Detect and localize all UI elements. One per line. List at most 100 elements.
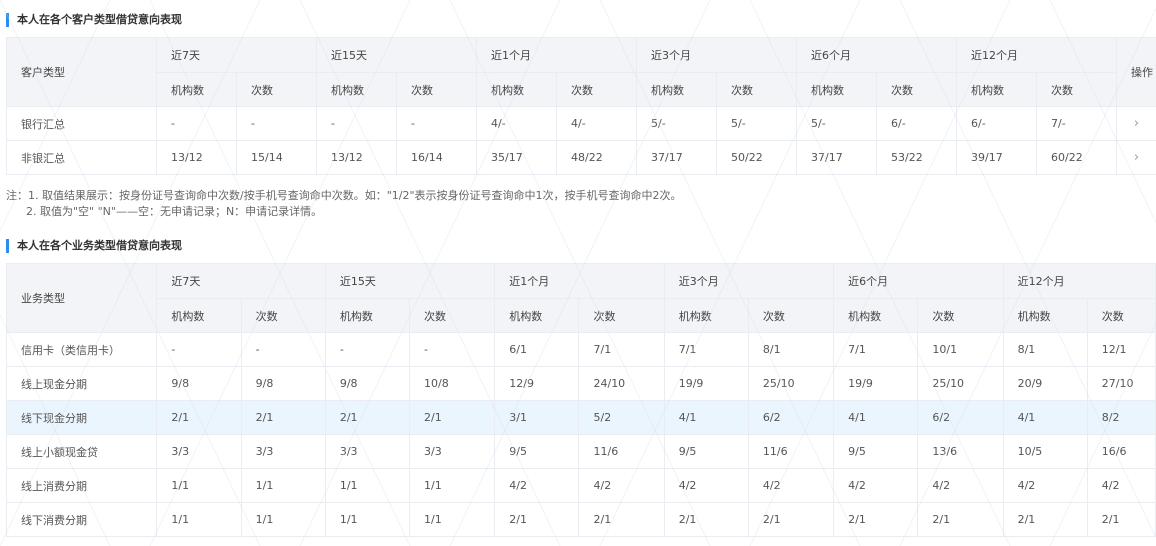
table-cell: 48/22 [556,140,637,175]
count-header: 次数 [578,298,665,333]
note-line-1: 注：1. 取值结果展示：按身份证号查询命中次数/按手机号查询命中次数。如："1/… [6,189,682,202]
table-cell: 10/1 [917,332,1004,367]
table-cell: 20/9 [1002,366,1088,401]
table-cell: 16/6 [1086,434,1156,469]
table-cell: 10/8 [409,366,496,401]
table-cell: 13/6 [917,434,1004,469]
table-cell: 13/12 [156,140,237,175]
period-header: 近12个月 [956,37,1117,73]
period-header: 近6个月 [796,37,957,73]
institution-count-header: 机构数 [494,298,580,333]
table-row[interactable]: 线上小额现金贷 3/3 3/3 3/3 3/3 9/5 11/6 9/5 11/6 9/5 13/6… [5,434,1156,469]
table-cell: 2/1 [409,400,496,435]
table-row[interactable]: 线上现金分期 9/8 9/8 9/8 10/8 12/9 24/10 19/9 25/10 19/… [5,366,1156,401]
table-cell: 1/1 [324,502,411,537]
count-header: 次数 [409,298,496,333]
table-cell: 13/12 [316,140,397,175]
table-cell: 4/2 [917,468,1004,503]
table-cell: 35/17 [476,140,557,175]
table-cell: 5/- [636,106,717,141]
table-cell: 9/5 [663,434,749,469]
table-cell: 15/14 [236,140,317,175]
row-label: 银行汇总 [6,106,157,141]
table-row[interactable]: 线下消费分期 1/1 1/1 1/1 1/1 2/1 2/1 2/1 2/1 2/1 2/1 2/1 2… [5,502,1156,537]
action-header: 操作 [1116,37,1156,107]
count-header: 次数 [1086,298,1156,333]
table-cell: - [240,332,326,367]
table-row[interactable]: 非银汇总 13/12 15/14 13/12 16/14 35/17 48/22 37/17 5… [6,140,1156,175]
row-label: 线下消费分期 [5,502,158,537]
table-cell: 1/1 [409,468,496,503]
table-cell: 9/5 [494,434,580,469]
table-cell: - [324,332,411,367]
table-cell: 1/1 [409,502,496,537]
table-row[interactable]: 线上消费分期 1/1 1/1 1/1 1/1 4/2 4/2 4/2 4/2 4/2 4/2 4/2 4… [5,468,1156,503]
table-cell: 3/1 [494,400,580,435]
institution-count-header: 机构数 [833,298,919,333]
table-cell: - [316,106,397,141]
table-cell: 1/1 [156,502,242,537]
table-cell: 12/1 [1086,332,1156,367]
table-cell: 1/1 [324,468,411,503]
count-header: 次数 [876,72,957,107]
table-cell: 6/1 [494,332,580,367]
table-cell: 9/5 [833,434,919,469]
table-cell: 4/- [556,106,637,141]
customer-type-table: 客户类型 近7天 近15天 近1个月 近3个月 近6个月 近12个月 操作 机构… [6,37,1156,175]
table-cell: 4/1 [663,400,749,435]
table-cell: 5/- [796,106,877,141]
customer-type-header: 客户类型 [6,37,157,107]
institution-count-header: 机构数 [956,72,1037,107]
chevron-right-icon[interactable]: › [1116,140,1156,175]
table-cell: 37/17 [636,140,717,175]
table-row[interactable]: 信用卡（类信用卡） - - - -6/1 7/1 7/1 8/1 7/1 10/1 8/1 12/1 [5,332,1156,367]
period-header: 近3个月 [636,37,797,73]
table-cell: - [156,332,242,367]
count-header: 次数 [396,72,477,107]
table-cell: 19/9 [833,366,919,401]
table-cell: 2/1 [833,502,919,537]
table-cell: 2/1 [1002,502,1088,537]
table-cell: 5/2 [578,400,665,435]
table-cell: 25/10 [747,366,835,401]
institution-count-header: 机构数 [156,298,242,333]
period-header: 近15天 [316,37,477,73]
table-cell: 24/10 [578,366,665,401]
institution-count-header: 机构数 [663,298,749,333]
table-cell: 4/2 [578,468,665,503]
institution-count-header: 机构数 [324,298,411,333]
chevron-right-icon[interactable]: › [1116,106,1156,141]
table-cell: - [409,332,496,367]
table-cell: 4/2 [494,468,580,503]
table-cell: 16/14 [396,140,477,175]
count-header: 次数 [716,72,797,107]
table-cell: 1/1 [240,468,326,503]
table-cell: 2/1 [663,502,749,537]
institution-count-header: 机构数 [476,72,557,107]
table-cell: 53/22 [876,140,957,175]
notes: 注：1. 取值结果展示：按身份证号查询命中次数/按手机号查询命中次数。如："1/… [6,188,682,220]
table-cell: 1/1 [156,468,242,503]
institution-count-header: 机构数 [156,72,237,107]
section1-title: 本人在各个客户类型借贷意向表现 [6,13,182,27]
table-cell: 3/3 [240,434,326,469]
table-cell: 8/2 [1086,400,1156,435]
table-cell: 6/2 [747,400,835,435]
table-cell: 8/1 [747,332,835,367]
table-cell: 4/1 [833,400,919,435]
table-cell: 11/6 [747,434,835,469]
count-header: 次数 [747,298,835,333]
period-header: 近15天 [324,263,496,299]
table-cell: 27/10 [1086,366,1156,401]
table-cell: 60/22 [1036,140,1117,175]
table-cell: 5/- [716,106,797,141]
table-cell: 25/10 [917,366,1004,401]
table-cell: 4/- [476,106,557,141]
table-cell: 1/1 [240,502,326,537]
table-cell: 9/8 [324,366,411,401]
table-cell: 4/2 [747,468,835,503]
period-header: 近12个月 [1002,263,1156,299]
table-row[interactable]: 银行汇总 - - - -4/- 4/- 5/- 5/- 5/- 6/- 6/- 7/- › [6,106,1156,141]
table-cell: - [396,106,477,141]
table-row[interactable]: 线下现金分期 2/1 2/1 2/1 2/1 3/1 5/2 4/1 6/2 4/1 6/2 4/1 8… [5,400,1156,435]
